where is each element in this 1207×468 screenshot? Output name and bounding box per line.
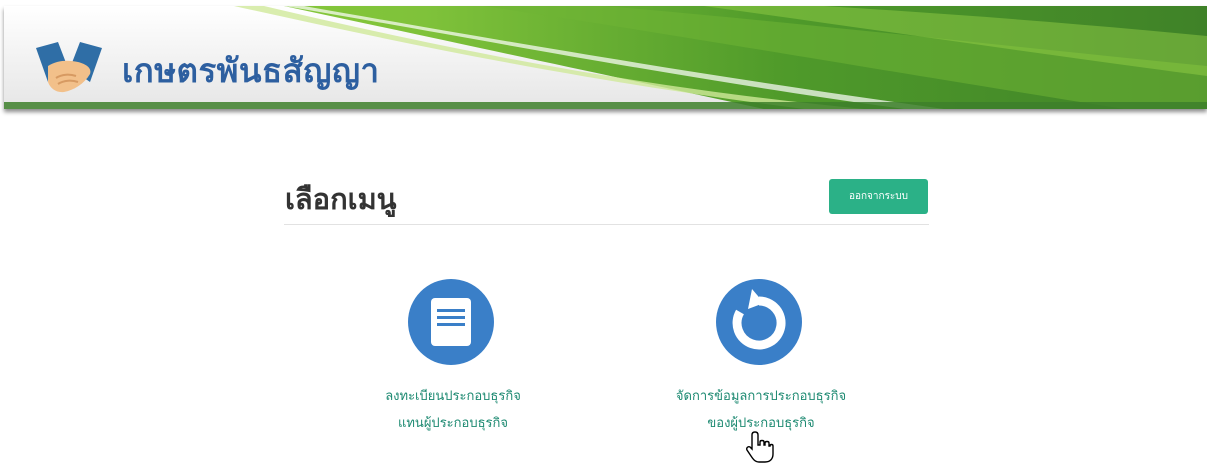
handshake-logo-icon — [34, 38, 104, 98]
menu-item-register-business[interactable]: ลงทะเบียนประกอบธุรกิจ แทนผู้ประกอบธุรกิจ — [323, 276, 583, 436]
menu-item-manage-business[interactable]: จัดการข้อมูลการประกอบธุรกิจ ของผู้ประกอบ… — [631, 276, 891, 436]
menu-item-label[interactable]: ลงทะเบียนประกอบธุรกิจ — [323, 385, 583, 406]
logout-button[interactable]: ออกจากระบบ — [829, 179, 928, 214]
menu-item-label[interactable]: จัดการข้อมูลการประกอบธุรกิจ — [631, 385, 891, 406]
refresh-icon[interactable] — [716, 279, 802, 365]
divider — [284, 224, 929, 225]
document-icon[interactable] — [408, 279, 494, 365]
hand-pointer-cursor-icon — [745, 430, 775, 464]
menu-item-label[interactable]: แทนผู้ประกอบธุรกิจ — [323, 412, 583, 433]
page-title: เลือกเมนู — [285, 182, 397, 216]
app-title: เกษตรพันธสัญญา — [122, 51, 380, 90]
